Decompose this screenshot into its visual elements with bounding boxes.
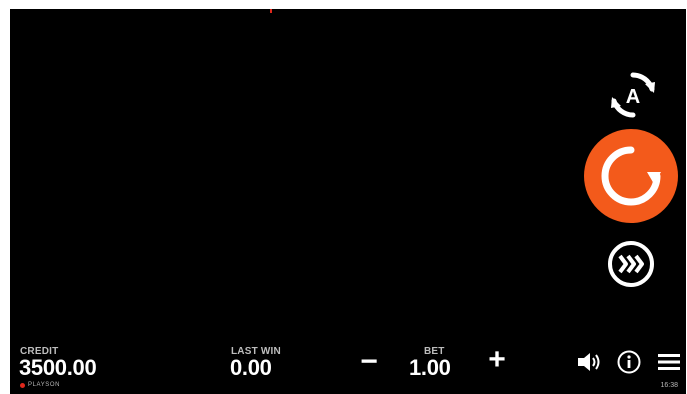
brand-logo: PLAYSON [20, 382, 60, 388]
game-viewport: A CREDIT 3500.00 LAST WIN 0.00 − BET 1.0… [10, 9, 686, 394]
credit-value: 3500.00 [19, 355, 97, 380]
bet-value: 1.00 [409, 355, 451, 380]
turbo-icon [608, 241, 654, 287]
last-win-value: 0.00 [230, 355, 272, 380]
bottom-bar: CREDIT 3500.00 LAST WIN 0.00 − BET 1.00 … [10, 337, 686, 394]
brand-name: PLAYSON [28, 382, 61, 388]
autoplay-button[interactable]: A [605, 67, 661, 123]
info-icon [617, 350, 641, 374]
autoplay-letter: A [626, 86, 640, 108]
spin-button[interactable] [584, 129, 678, 223]
hamburger-menu-icon [658, 354, 680, 370]
info-button[interactable] [616, 349, 642, 375]
brand-mark-icon [20, 382, 25, 388]
autoplay-icon: A [611, 72, 655, 118]
sound-button[interactable] [576, 351, 604, 373]
menu-button[interactable] [656, 351, 682, 373]
bet-decrease-button[interactable]: − [356, 345, 382, 378]
speaker-icon [578, 353, 600, 371]
turbo-button[interactable] [606, 239, 656, 289]
top-marker [270, 9, 272, 13]
clock: 16:38 [660, 382, 678, 389]
spin-icon [601, 146, 661, 206]
bet-increase-button[interactable]: + [484, 343, 510, 376]
